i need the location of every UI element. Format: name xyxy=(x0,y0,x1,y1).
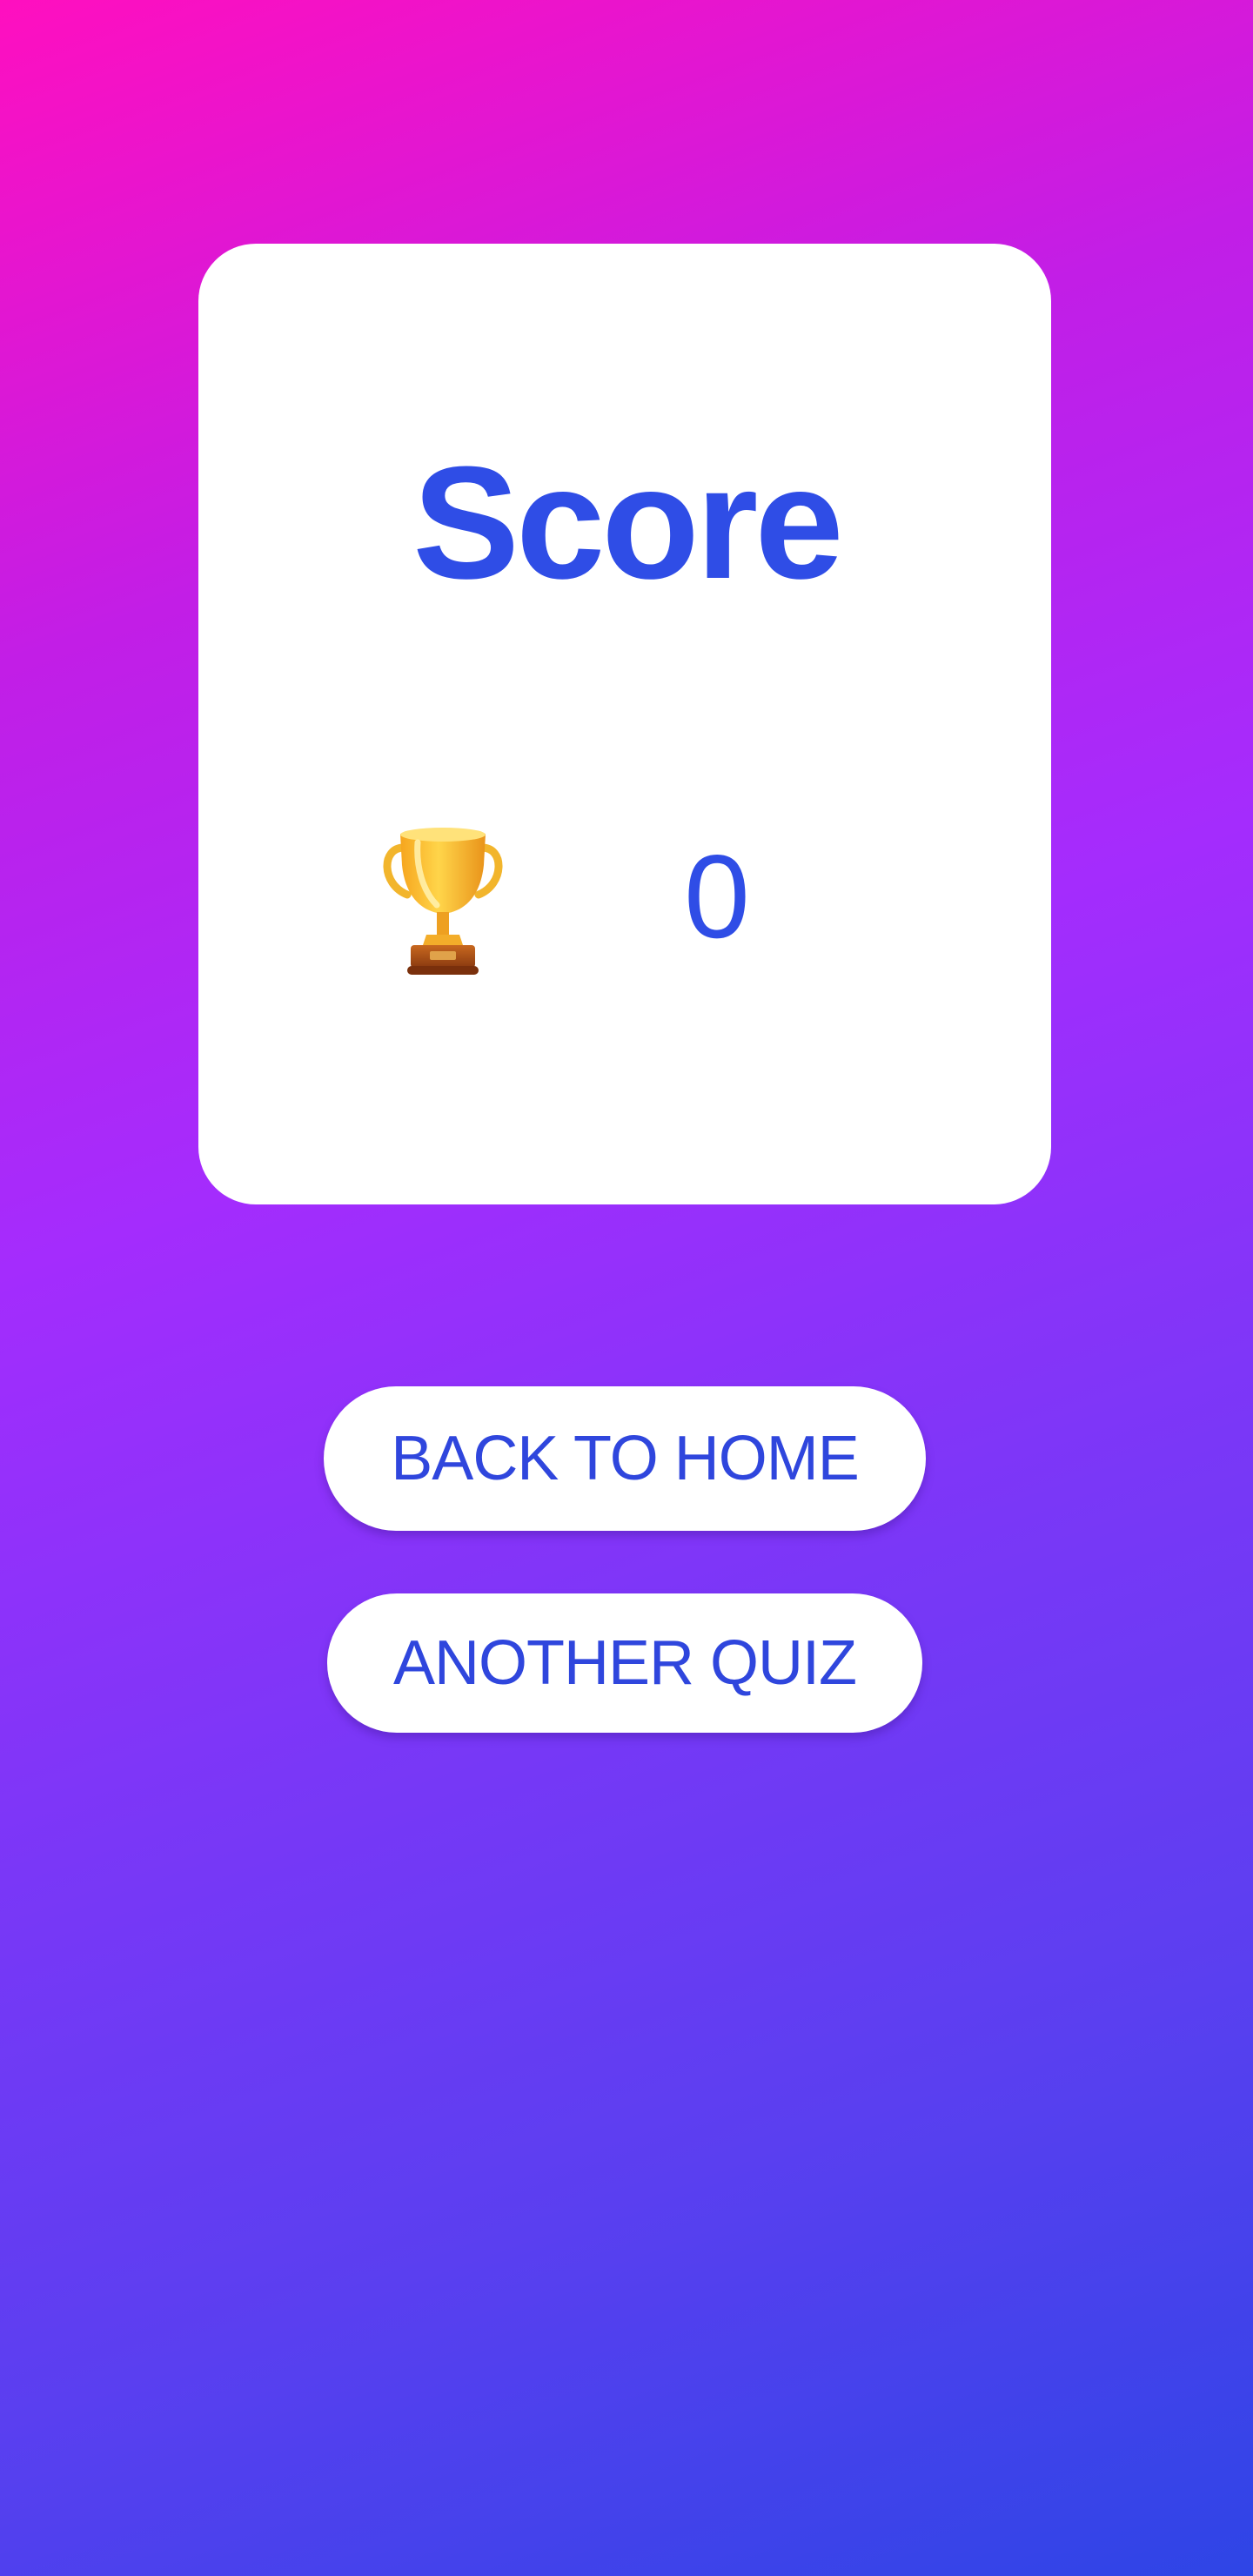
another-quiz-label: ANOTHER QUIZ xyxy=(392,1628,857,1698)
back-to-home-label: BACK TO HOME xyxy=(391,1424,859,1493)
another-quiz-button[interactable]: ANOTHER QUIZ xyxy=(327,1593,922,1733)
back-to-home-button[interactable]: BACK TO HOME xyxy=(324,1386,926,1531)
score-title: Score xyxy=(412,433,843,612)
score-card xyxy=(198,244,1051,1204)
trophy-icon xyxy=(383,828,503,975)
score-value: 0 xyxy=(684,830,750,963)
